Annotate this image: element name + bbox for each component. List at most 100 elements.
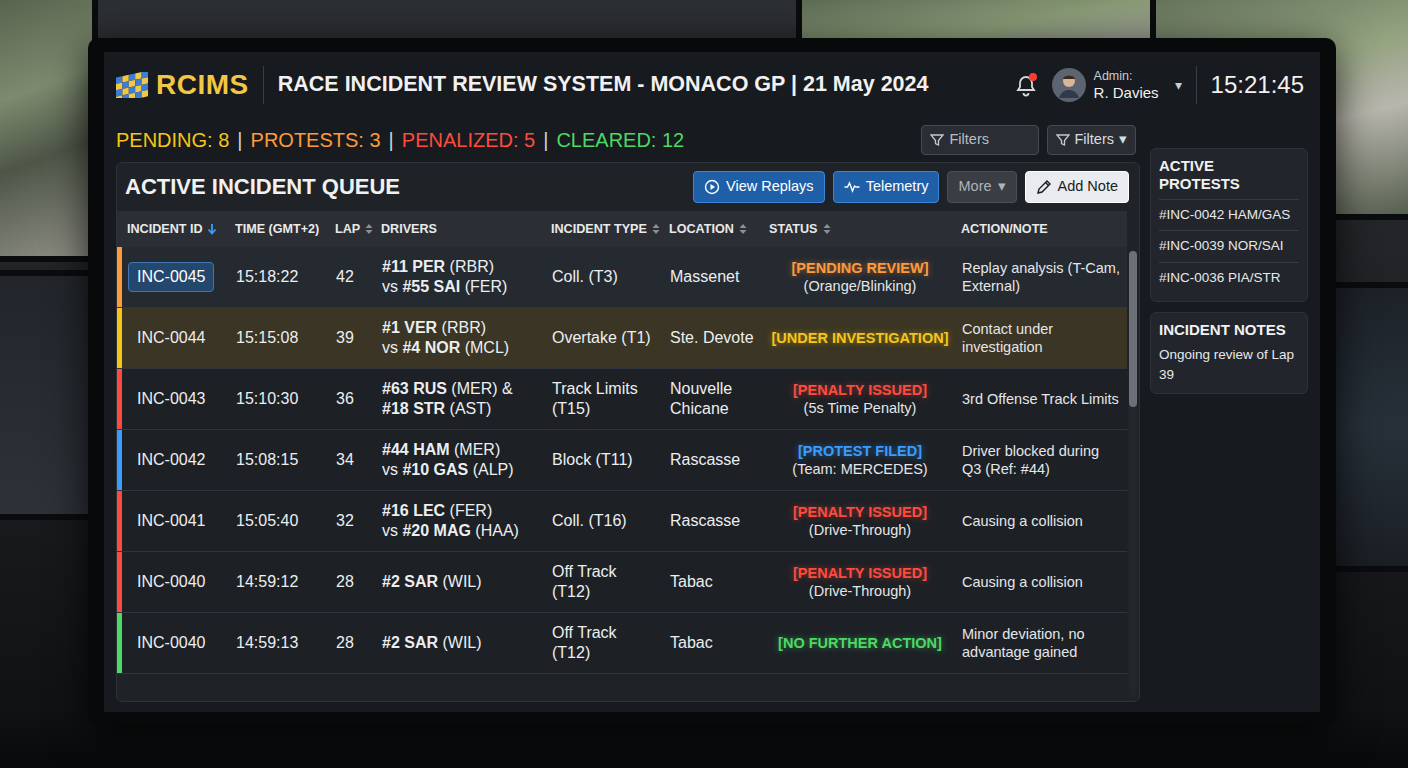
notifications-button[interactable] xyxy=(1014,73,1038,97)
funnel-icon xyxy=(1056,133,1070,147)
column-header[interactable]: LOCATION xyxy=(664,218,764,241)
incident-id-cell: INC-0040 xyxy=(122,563,230,601)
scrollbar-track[interactable] xyxy=(1129,251,1137,697)
note-cell: Causing a collision xyxy=(956,569,1127,595)
incident-row[interactable]: INC-004415:15:0839#1 VER (RBR)vs #4 NOR … xyxy=(117,308,1127,369)
incident-time: 15:10:30 xyxy=(236,390,298,407)
column-header[interactable]: TIME (GMT+2) xyxy=(230,218,330,241)
scrollbar-thumb[interactable] xyxy=(1129,251,1137,407)
side-column: ACTIVE PROTESTS#INC-0042 HAM/GAS#INC-003… xyxy=(1150,118,1308,702)
filter-dropdown[interactable]: Filters▾ xyxy=(1047,125,1136,155)
active-protests-panel: ACTIVE PROTESTS#INC-0042 HAM/GAS#INC-003… xyxy=(1150,148,1308,302)
incident-id[interactable]: INC-0045 xyxy=(128,262,214,292)
driver-text: #1 VER xyxy=(382,319,437,336)
background-monitor xyxy=(0,270,94,520)
incident-row[interactable]: INC-004014:59:1328#2 SAR (WIL)Off Track … xyxy=(117,613,1127,674)
incident-location: Rascasse xyxy=(670,451,740,468)
column-label: LAP xyxy=(335,220,360,239)
incident-id[interactable]: INC-0040 xyxy=(128,567,214,597)
app-header: RCIMS RACE INCIDENT REVIEW SYSTEM - MONAC… xyxy=(116,52,1308,118)
column-label: LOCATION xyxy=(669,220,734,239)
incident-time: 14:59:13 xyxy=(236,634,298,651)
column-label: ACTION/NOTE xyxy=(961,220,1048,239)
location-cell: Massenet xyxy=(664,263,764,291)
column-header[interactable]: ACTION/NOTE xyxy=(956,218,1127,241)
status-cell: [PROTEST FILED](Team: MERCEDES) xyxy=(764,438,956,482)
app-logo[interactable]: RCIMS xyxy=(116,64,249,106)
column-header[interactable]: STATUS xyxy=(764,218,956,241)
driver-text: (FER) xyxy=(445,502,492,519)
incident-row[interactable]: INC-0043 15:10:30 36 #63 RUS (MER) &#18 STR… xyxy=(117,369,1127,430)
filter-input[interactable] xyxy=(950,129,1030,151)
drivers-cell: #44 HAM (MER)vs #10 GAS (ALP) xyxy=(376,436,546,484)
user-info: Admin:R. Davies xyxy=(1094,69,1159,102)
driver-line: #63 RUS (MER) & xyxy=(382,379,540,399)
location-cell: Nouvelle Chicane xyxy=(664,375,764,423)
status-detail: (Drive-Through) xyxy=(770,521,950,539)
control-room: RCIMS RACE INCIDENT REVIEW SYSTEM - MONAC… xyxy=(0,0,1408,768)
location-cell: Tabac xyxy=(664,568,764,596)
incident-type: Block (T11) xyxy=(552,451,633,468)
status-cell: [NO FURTHER ACTION] xyxy=(764,630,956,656)
incident-id[interactable]: INC-0044 xyxy=(128,323,214,353)
incident-time: 15:18:22 xyxy=(236,268,298,285)
incident-type: Track Limits (T15) xyxy=(552,380,638,417)
status-color-bar xyxy=(117,552,122,612)
time-cell: 15:08:15 xyxy=(230,446,330,474)
filter-field[interactable] xyxy=(921,125,1039,155)
column-header[interactable]: INCIDENT ID xyxy=(122,218,230,241)
note-button[interactable]: Add Note xyxy=(1025,171,1129,203)
driver-text: #44 HAM xyxy=(382,441,450,458)
checkered-flag-icon xyxy=(116,72,148,98)
driver-line: #18 STR (AST) xyxy=(382,399,540,419)
column-header[interactable]: LAP xyxy=(330,218,376,241)
status-label: [PENDING REVIEW] xyxy=(770,259,950,277)
incident-row[interactable]: INC-0042 15:08:15 34 #44 HAM (MER)vs #10 GA… xyxy=(117,430,1127,491)
incident-row[interactable]: INC-004515:18:2242#11 PER (RBR)vs #55 SA… xyxy=(117,247,1127,308)
more-button[interactable]: More▾ xyxy=(947,171,1016,203)
incident-row[interactable]: INC-004014:59:1228#2 SAR (WIL)Off Track … xyxy=(117,552,1127,613)
lap-number: 34 xyxy=(336,451,354,468)
protest-item[interactable]: #INC-0042 HAM/GAS xyxy=(1159,199,1299,230)
incident-id[interactable]: INC-0040 xyxy=(128,628,214,658)
driver-line: #2 SAR (WIL) xyxy=(382,633,540,653)
incident-row[interactable]: INC-004115:05:4032#16 LEC (FER)vs #20 MA… xyxy=(117,491,1127,552)
incident-time: 14:59:12 xyxy=(236,573,298,590)
incident-id[interactable]: INC-0041 xyxy=(128,506,214,536)
replay-button[interactable]: View Replays xyxy=(693,171,825,203)
time-cell: 15:15:08 xyxy=(230,324,330,352)
user-menu[interactable]: Admin:R. Davies ▾ xyxy=(1052,68,1182,102)
stats-separator: | xyxy=(543,125,548,155)
incident-type: Coll. (T3) xyxy=(552,268,618,285)
incident-id-cell: INC-0043 xyxy=(122,380,230,418)
column-header[interactable]: INCIDENT TYPE xyxy=(546,218,664,241)
incident-id-cell: INC-0040 xyxy=(122,624,230,662)
driver-text: #55 SAI xyxy=(402,278,460,295)
incident-location: Nouvelle Chicane xyxy=(670,380,732,417)
status-cell: [UNDER INVESTIGATION] xyxy=(764,325,956,351)
lap-number: 36 xyxy=(336,390,354,407)
column-label: TIME (GMT+2) xyxy=(235,220,319,239)
incident-id[interactable]: INC-0042 xyxy=(128,445,214,475)
funnel-icon xyxy=(930,133,944,147)
telemetry-button[interactable]: Telemetry xyxy=(833,171,940,203)
sort-desc-icon xyxy=(207,223,217,235)
button-label: Add Note xyxy=(1058,176,1118,198)
action-note: Causing a collision xyxy=(962,513,1083,529)
stat-count: PENALIZED: 5 xyxy=(402,125,535,155)
lap-number: 28 xyxy=(336,634,354,651)
column-header[interactable]: DRIVERS xyxy=(376,218,546,241)
incident-id[interactable]: INC-0043 xyxy=(128,384,214,414)
time-cell: 15:10:30 xyxy=(230,385,330,413)
app-title: RACE INCIDENT REVIEW SYSTEM - MONACO GP … xyxy=(278,72,1000,98)
user-menu-caret[interactable]: ▾ xyxy=(1175,75,1182,96)
lap-cell: 28 xyxy=(330,629,376,657)
button-label: Telemetry xyxy=(866,176,929,198)
lap-cell: 34 xyxy=(330,446,376,474)
sort-icon xyxy=(738,223,748,235)
protest-item[interactable]: #INC-0036 PIA/STR xyxy=(1159,262,1299,293)
protest-item[interactable]: #INC-0039 NOR/SAI xyxy=(1159,230,1299,261)
table-rows: INC-004515:18:2242#11 PER (RBR)vs #55 SA… xyxy=(117,247,1127,701)
status-cell: [PENALTY ISSUED](5s Time Penalty) xyxy=(764,377,956,421)
lap-cell: 32 xyxy=(330,507,376,535)
